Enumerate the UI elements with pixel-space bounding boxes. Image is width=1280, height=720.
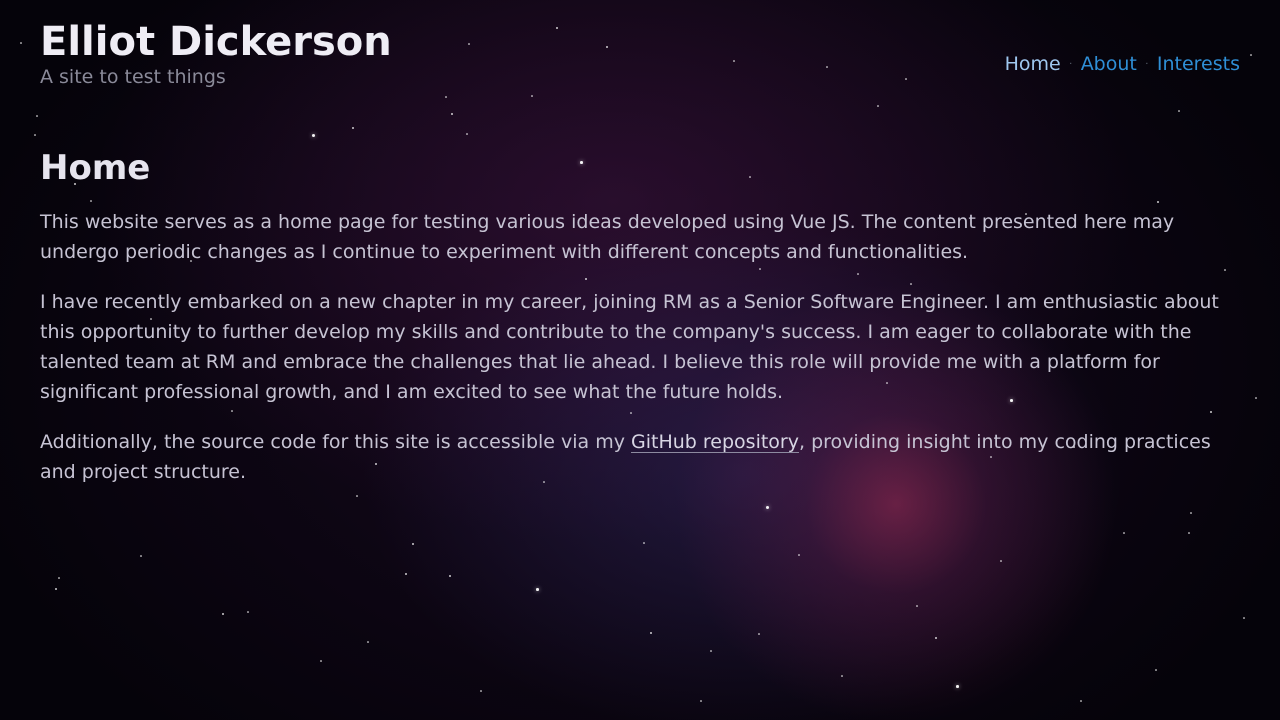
- star: [1000, 560, 1002, 562]
- star: [140, 555, 142, 557]
- star: [710, 650, 712, 652]
- star: [480, 690, 482, 692]
- star: [643, 542, 645, 544]
- nav-link-interests[interactable]: Interests: [1157, 53, 1240, 75]
- star: [700, 700, 702, 702]
- star: [956, 685, 959, 688]
- star: [650, 632, 652, 634]
- star: [405, 573, 407, 575]
- intro-paragraph: This website serves as a home page for t…: [40, 211, 1175, 263]
- star: [916, 605, 918, 607]
- star: [449, 575, 451, 577]
- star: [1155, 669, 1157, 671]
- star: [222, 613, 224, 615]
- star: [1080, 700, 1082, 702]
- star: [34, 134, 36, 136]
- star: [1243, 617, 1245, 619]
- star: [1178, 110, 1180, 112]
- star: [320, 660, 322, 662]
- star: [935, 637, 937, 639]
- star: [1188, 532, 1190, 534]
- nav-link-about[interactable]: About: [1081, 53, 1137, 75]
- star: [1123, 532, 1125, 534]
- star: [312, 134, 315, 137]
- star: [841, 675, 843, 677]
- source-text-before: Additionally, the source code for this s…: [40, 431, 632, 453]
- star: [55, 588, 57, 590]
- star: [1250, 54, 1252, 56]
- star: [36, 115, 38, 117]
- nav-separator: ·: [1145, 58, 1149, 70]
- star: [412, 543, 414, 545]
- main-content: Home This website serves as a home page …: [40, 146, 1245, 507]
- github-repository-link[interactable]: GitHub repository: [631, 431, 799, 453]
- star: [1255, 397, 1257, 399]
- nav-link-home[interactable]: Home: [1005, 53, 1061, 75]
- star: [352, 127, 354, 129]
- star: [1190, 512, 1192, 514]
- star: [247, 611, 249, 613]
- star: [451, 113, 453, 115]
- main-nav: Home · About · Interests: [1005, 51, 1240, 78]
- star: [466, 133, 468, 135]
- star: [798, 554, 800, 556]
- page-title: Home: [40, 148, 151, 188]
- star: [20, 42, 22, 44]
- star: [367, 641, 369, 643]
- source-paragraph: Additionally, the source code for this s…: [40, 427, 1245, 487]
- star: [536, 588, 539, 591]
- star: [58, 577, 60, 579]
- nav-separator: ·: [1069, 58, 1073, 70]
- career-paragraph: I have recently embarked on a new chapte…: [40, 291, 1219, 403]
- star: [758, 633, 760, 635]
- star: [877, 105, 879, 107]
- site-header: Elliot Dickerson A site to test things H…: [40, 18, 1240, 98]
